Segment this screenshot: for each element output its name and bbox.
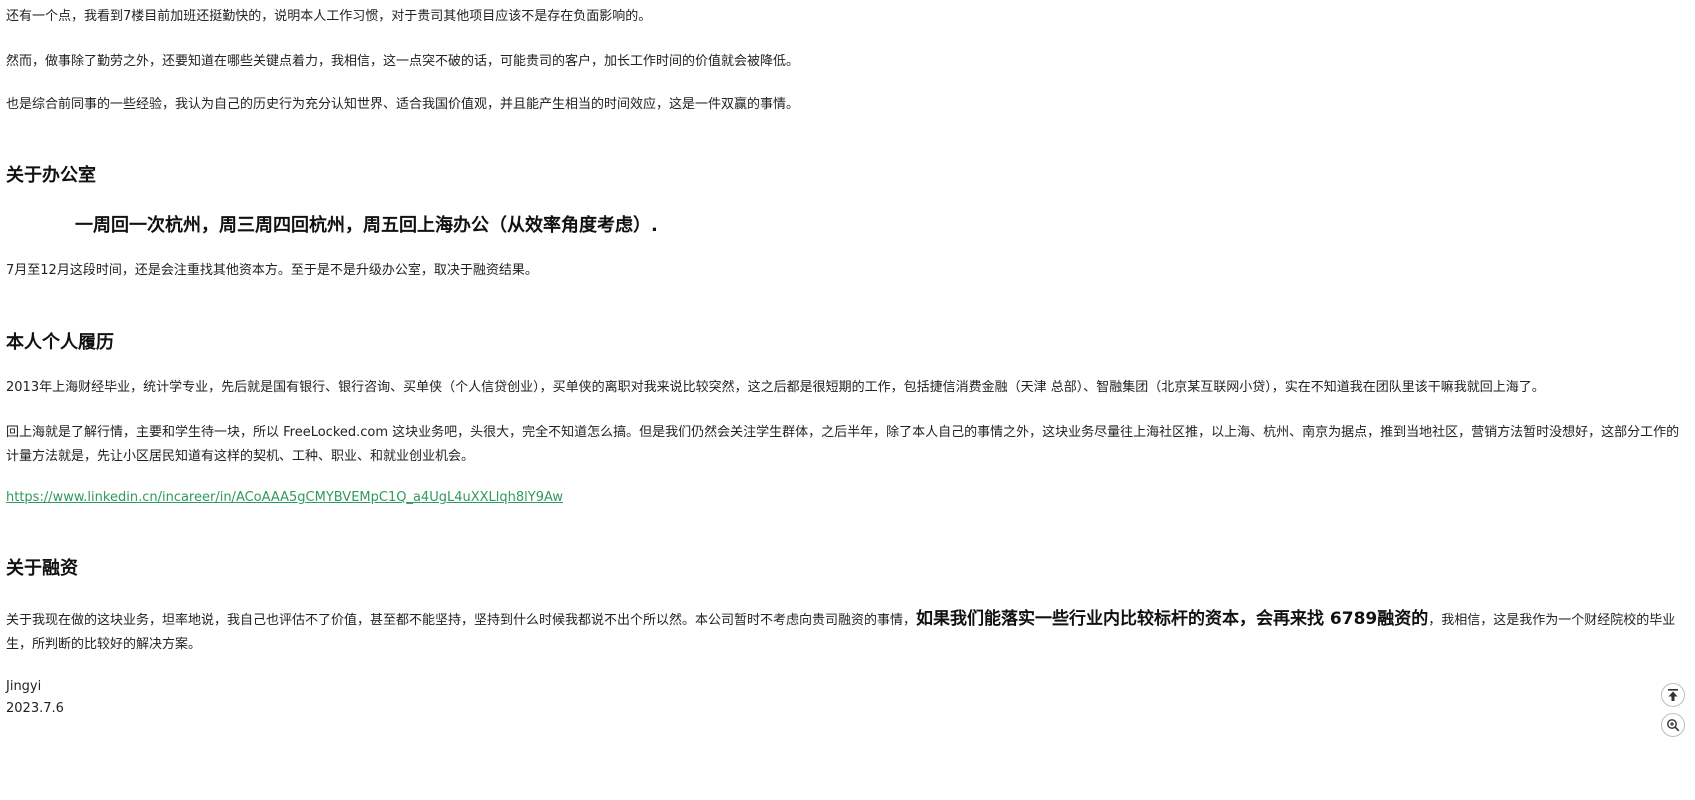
paragraph: 7月至12月这段时间，还是会注重找其他资本方。至于是不是升级办公室，取决于融资结…	[6, 263, 538, 278]
financing-text-part1: 关于我现在做的这块业务，坦率地说，我自己也评估不了价值，甚至都不能坚持，坚持到什…	[6, 613, 917, 628]
office-schedule-quote: 一周回一次杭州，周三周四回杭州，周五回上海办公（从效率角度考虑）.	[75, 215, 658, 236]
section-heading-financing: 关于融资	[6, 558, 78, 579]
zoom-button[interactable]	[1661, 713, 1685, 737]
financing-emphasis: 如果我们能落实一些行业内比较标杆的资本，会再来找 6789融资的	[916, 609, 1429, 629]
paragraph: 2013年上海财经毕业，统计学专业，先后就是国有银行、银行咨询、买单侠（个人信贷…	[6, 380, 1545, 395]
signature-date: 2023.7.6	[6, 701, 64, 716]
paragraph: 然而，做事除了勤劳之外，还要知道在哪些关键点着力，我相信，这一点突不破的话，可能…	[6, 54, 800, 69]
signature-name: Jingyi	[6, 679, 42, 694]
paragraph: 关于我现在做的这块业务，坦率地说，我自己也评估不了价值，甚至都不能坚持，坚持到什…	[6, 607, 1688, 657]
linkedin-link[interactable]: https://www.linkedin.cn/incareer/in/ACoA…	[6, 490, 563, 505]
back-to-top-icon	[1668, 689, 1678, 701]
section-heading-office: 关于办公室	[6, 165, 96, 186]
back-to-top-button[interactable]	[1661, 683, 1685, 707]
paragraph: 还有一个点，我看到7楼目前加班还挺勤快的，说明本人工作习惯，对于贵司其他项目应该…	[6, 9, 652, 24]
zoom-icon	[1667, 719, 1680, 732]
section-heading-resume: 本人个人履历	[6, 332, 114, 353]
paragraph: 回上海就是了解行情，主要和学生待一块，所以 FreeLocked.com 这块业…	[6, 425, 1680, 464]
paragraph: 也是综合前同事的一些经验，我认为自己的历史行为充分认知世界、适合我国价值观，并且…	[6, 97, 800, 112]
